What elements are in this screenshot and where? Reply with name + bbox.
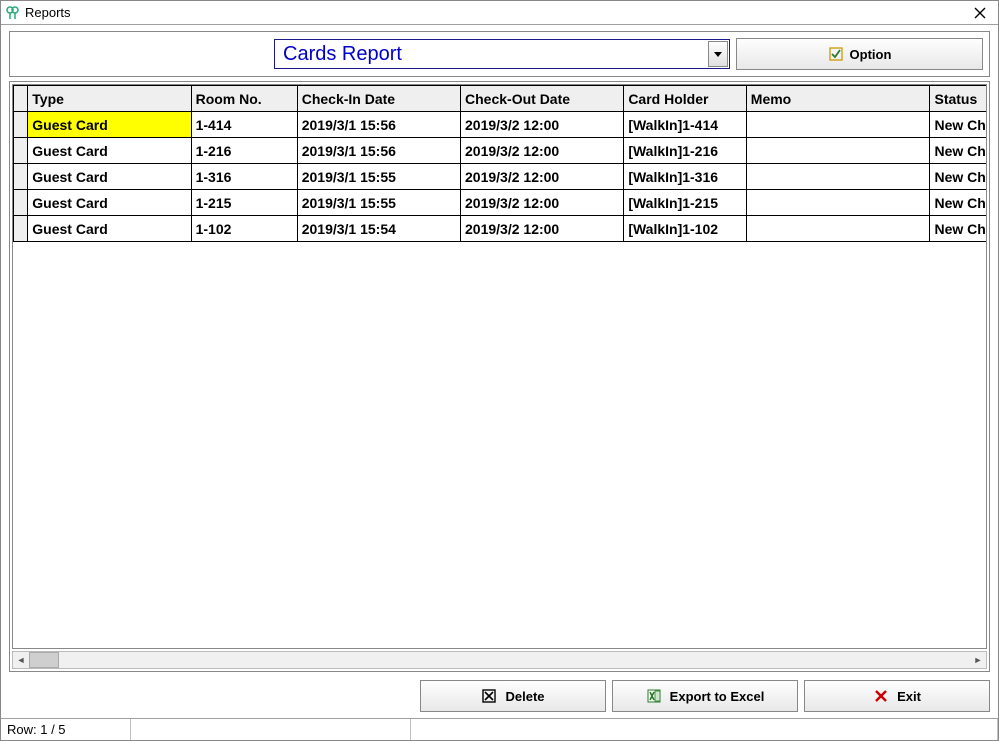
cell-room[interactable]: 1-316 — [191, 164, 297, 190]
titlebar: Reports — [1, 1, 998, 25]
option-icon — [828, 46, 844, 62]
col-holder[interactable]: Card Holder — [624, 86, 746, 112]
row-header[interactable] — [14, 138, 28, 164]
cell-type[interactable]: Guest Card — [28, 112, 191, 138]
action-bar: Delete Export to Excel Exit — [1, 676, 998, 718]
export-label: Export to Excel — [670, 689, 765, 704]
cell-room[interactable]: 1-102 — [191, 216, 297, 242]
row-header[interactable] — [14, 190, 28, 216]
row-header[interactable] — [14, 216, 28, 242]
cell-status[interactable]: New Check-i — [930, 216, 987, 242]
cell-holder[interactable]: [WalkIn]1-414 — [624, 112, 746, 138]
cell-status[interactable]: New Check-i — [930, 164, 987, 190]
cell-holder[interactable]: [WalkIn]1-102 — [624, 216, 746, 242]
table-row[interactable]: Guest Card1-1022019/3/1 15:542019/3/2 12… — [14, 216, 988, 242]
cell-checkout[interactable]: 2019/3/2 12:00 — [461, 112, 624, 138]
exit-icon — [873, 688, 889, 704]
table-row[interactable]: Guest Card1-4142019/3/1 15:562019/3/2 12… — [14, 112, 988, 138]
cell-checkout[interactable]: 2019/3/2 12:00 — [461, 216, 624, 242]
cell-checkout[interactable]: 2019/3/2 12:00 — [461, 164, 624, 190]
reports-window: Reports Cards Report Option — [0, 0, 999, 741]
table-header-row: Type Room No. Check-In Date Check-Out Da… — [14, 86, 988, 112]
cell-memo[interactable] — [746, 190, 930, 216]
status-pane-2 — [131, 719, 411, 740]
cell-memo[interactable] — [746, 164, 930, 190]
horizontal-scrollbar[interactable]: ◄ ► — [12, 651, 987, 669]
delete-label: Delete — [505, 689, 544, 704]
exit-button[interactable]: Exit — [804, 680, 990, 712]
export-excel-button[interactable]: Export to Excel — [612, 680, 798, 712]
cell-checkin[interactable]: 2019/3/1 15:55 — [297, 190, 460, 216]
cell-room[interactable]: 1-215 — [191, 190, 297, 216]
cell-type[interactable]: Guest Card — [28, 138, 191, 164]
col-checkout[interactable]: Check-Out Date — [461, 86, 624, 112]
cell-status[interactable]: New Check-i — [930, 138, 987, 164]
cell-checkin[interactable]: 2019/3/1 15:54 — [297, 216, 460, 242]
grid-panel: Type Room No. Check-In Date Check-Out Da… — [9, 81, 990, 672]
scroll-left-button[interactable]: ◄ — [13, 652, 29, 668]
window-title: Reports — [25, 5, 71, 20]
cell-type[interactable]: Guest Card — [28, 164, 191, 190]
delete-icon — [481, 688, 497, 704]
app-icon — [5, 5, 21, 21]
option-button[interactable]: Option — [736, 38, 983, 70]
row-header[interactable] — [14, 112, 28, 138]
cell-room[interactable]: 1-414 — [191, 112, 297, 138]
cell-memo[interactable] — [746, 138, 930, 164]
cell-holder[interactable]: [WalkIn]1-216 — [624, 138, 746, 164]
cell-memo[interactable] — [746, 216, 930, 242]
chevron-down-icon — [714, 52, 722, 57]
exit-label: Exit — [897, 689, 921, 704]
col-type[interactable]: Type — [28, 86, 191, 112]
cell-checkout[interactable]: 2019/3/2 12:00 — [461, 190, 624, 216]
table-row[interactable]: Guest Card1-3162019/3/1 15:552019/3/2 12… — [14, 164, 988, 190]
cell-type[interactable]: Guest Card — [28, 216, 191, 242]
cell-checkout[interactable]: 2019/3/2 12:00 — [461, 138, 624, 164]
cell-checkin[interactable]: 2019/3/1 15:56 — [297, 112, 460, 138]
col-room[interactable]: Room No. — [191, 86, 297, 112]
cell-room[interactable]: 1-216 — [191, 138, 297, 164]
table-row[interactable]: Guest Card1-2152019/3/1 15:552019/3/2 12… — [14, 190, 988, 216]
status-row-info: Row: 1 / 5 — [1, 719, 131, 740]
toolbar: Cards Report Option — [9, 31, 990, 77]
close-button[interactable] — [962, 2, 998, 24]
table-row[interactable]: Guest Card1-2162019/3/1 15:562019/3/2 12… — [14, 138, 988, 164]
cell-memo[interactable] — [746, 112, 930, 138]
excel-icon — [646, 688, 662, 704]
cell-holder[interactable]: [WalkIn]1-316 — [624, 164, 746, 190]
cell-status[interactable]: New Check-i — [930, 190, 987, 216]
cell-checkin[interactable]: 2019/3/1 15:56 — [297, 138, 460, 164]
grid-wrap: Type Room No. Check-In Date Check-Out Da… — [12, 84, 987, 649]
col-memo[interactable]: Memo — [746, 86, 930, 112]
cell-holder[interactable]: [WalkIn]1-215 — [624, 190, 746, 216]
rowheader-corner — [14, 86, 28, 112]
status-pane-3 — [411, 719, 998, 740]
col-status[interactable]: Status — [930, 86, 987, 112]
close-icon — [974, 7, 986, 19]
scroll-thumb[interactable] — [29, 652, 59, 668]
col-checkin[interactable]: Check-In Date — [297, 86, 460, 112]
scroll-right-button[interactable]: ► — [970, 652, 986, 668]
report-type-text: Cards Report — [275, 43, 707, 66]
combo-dropdown-button[interactable] — [708, 41, 728, 67]
cell-type[interactable]: Guest Card — [28, 190, 191, 216]
delete-button[interactable]: Delete — [420, 680, 606, 712]
option-label: Option — [850, 47, 892, 62]
report-table[interactable]: Type Room No. Check-In Date Check-Out Da… — [13, 85, 987, 242]
cell-status[interactable]: New Check-i — [930, 112, 987, 138]
cell-checkin[interactable]: 2019/3/1 15:55 — [297, 164, 460, 190]
row-header[interactable] — [14, 164, 28, 190]
report-type-combo[interactable]: Cards Report — [274, 39, 730, 69]
statusbar: Row: 1 / 5 — [1, 718, 998, 740]
